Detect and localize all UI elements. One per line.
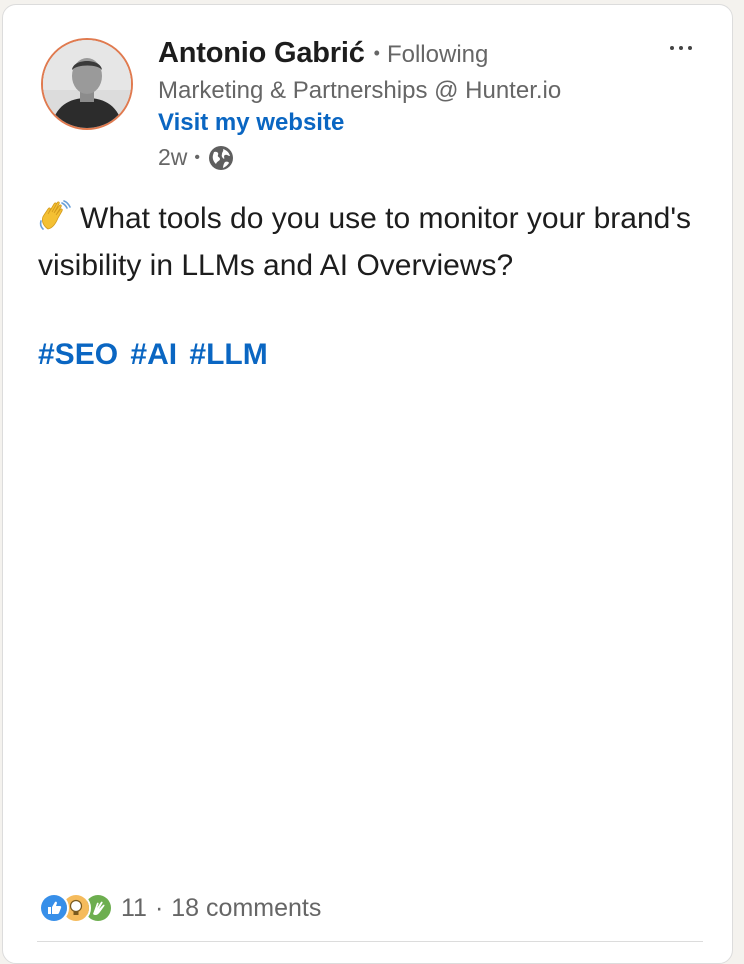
hashtag-ai[interactable]: #AI <box>130 338 177 371</box>
author-headline: Marketing & Partnerships @ Hunter.io <box>158 77 562 104</box>
reaction-count[interactable]: 11 <box>121 894 147 923</box>
post-body: What tools do you use to monitor your br… <box>38 195 698 289</box>
dot <box>670 46 674 50</box>
dot <box>679 46 683 50</box>
like-icon[interactable] <box>39 893 69 923</box>
visit-website-link[interactable]: Visit my website <box>158 109 344 137</box>
post-text: What tools do you use to monitor your br… <box>38 202 692 282</box>
author-header: Antonio Gabrić • Following <box>158 37 488 70</box>
hashtag-seo[interactable]: #SEO <box>38 338 118 371</box>
post-meta: 2w • <box>158 144 234 171</box>
post-time: 2w <box>158 144 188 170</box>
follow-status[interactable]: Following <box>387 41 488 69</box>
social-counts: 11 · 18 comments <box>39 893 321 923</box>
author-name[interactable]: Antonio Gabrić <box>158 37 365 70</box>
hashtag-list: #SEO #AI #LLM <box>38 338 272 372</box>
globe-icon <box>208 145 234 171</box>
comments-count-link[interactable]: 18 comments <box>171 894 321 923</box>
divider <box>37 941 703 942</box>
more-options-icon[interactable] <box>659 33 703 63</box>
author-avatar[interactable] <box>41 38 133 130</box>
counts-separator: · <box>154 893 164 922</box>
meta-separator: • <box>194 148 201 166</box>
name-separator: • <box>373 43 380 63</box>
waving-hand-icon <box>38 199 72 233</box>
dot <box>688 46 692 50</box>
hashtag-llm[interactable]: #LLM <box>189 338 267 371</box>
post-card: Antonio Gabrić • Following Marketing & P… <box>2 4 733 964</box>
